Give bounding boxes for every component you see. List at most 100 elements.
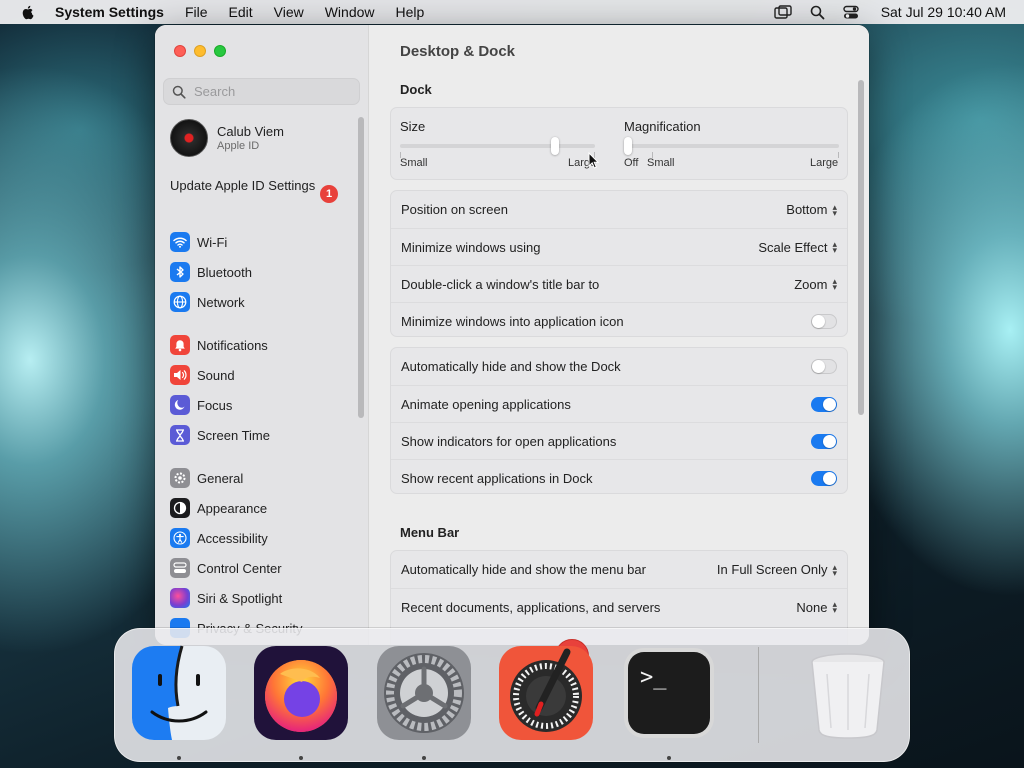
recent-documents-popup[interactable]: None ▴ ▾ <box>796 600 837 615</box>
dock-behavior-group: Automatically hide and show the Dock Ani… <box>390 347 848 494</box>
magnification-label: Magnification <box>624 119 701 134</box>
row-label: Show recent applications in Dock <box>401 470 593 486</box>
apple-id-profile[interactable]: Calub Viem Apple ID <box>170 119 284 157</box>
magnification-slider-thumb[interactable] <box>624 137 632 155</box>
sidebar-item-screen-time[interactable]: Screen Time <box>170 425 270 445</box>
control-center-icon[interactable] <box>842 5 859 20</box>
row-label: Automatically hide and show the menu bar <box>401 562 646 577</box>
auto-hide-dock-row: Automatically hide and show the Dock <box>391 348 847 385</box>
position-popup[interactable]: Bottom ▴ ▾ <box>786 202 837 217</box>
wifi-icon <box>170 232 190 252</box>
appearance-icon <box>170 498 190 518</box>
menu-bar-clock[interactable]: Sat Jul 29 10:40 AM <box>881 4 1006 20</box>
sidebar-item-sound[interactable]: Sound <box>170 365 235 385</box>
sidebar-item-bluetooth[interactable]: Bluetooth <box>170 262 252 282</box>
notification-badge: 1 <box>320 185 338 203</box>
sidebar-item-appearance[interactable]: Appearance <box>170 498 267 518</box>
dock-trash[interactable] <box>799 644 897 742</box>
window-menu[interactable]: Window <box>325 4 375 20</box>
profile-name: Calub Viem <box>217 124 284 139</box>
dock-system-settings[interactable] <box>375 644 473 742</box>
running-indicator <box>177 756 181 760</box>
view-menu[interactable]: View <box>274 4 304 20</box>
popup-value: In Full Screen Only <box>716 562 828 577</box>
updown-chevron-icon: ▴ ▾ <box>832 201 837 218</box>
minimize-effect-row: Minimize windows using Scale Effect ▴ ▾ <box>391 228 847 265</box>
size-slider-track[interactable] <box>400 144 595 148</box>
sidebar-item-label: Accessibility <box>197 530 268 546</box>
finder-icon <box>132 645 226 740</box>
content-pane: Desktop & Dock Dock Size Small Large Mag… <box>370 25 869 645</box>
minimize-button[interactable] <box>194 45 206 57</box>
sidebar-item-siri-spotlight[interactable]: Siri & Spotlight <box>170 588 282 608</box>
minimize-into-app-icon-toggle[interactable] <box>811 313 837 329</box>
row-label: Double-click a window's title bar to <box>401 276 600 292</box>
dock-firefox[interactable] <box>252 644 350 742</box>
sidebar-scrollbar[interactable] <box>358 117 364 418</box>
updown-chevron-icon: ▴ ▾ <box>832 561 837 578</box>
size-min-label: Small <box>400 157 428 169</box>
sidebar-item-label: Network <box>197 294 245 310</box>
bell-icon <box>170 335 190 355</box>
double-click-action-popup[interactable]: Zoom ▴ ▾ <box>794 277 837 292</box>
dock-terminal[interactable]: >_ <box>620 644 718 742</box>
system-settings-icon <box>377 646 471 740</box>
dock-digital-color-meter[interactable] <box>497 644 595 742</box>
file-menu[interactable]: File <box>185 4 208 20</box>
row-label: Animate opening applications <box>401 396 571 412</box>
apple-menu-icon[interactable] <box>20 4 36 20</box>
screen-mirroring-icon[interactable] <box>773 4 792 20</box>
row-label: Show indicators for open applications <box>401 433 617 449</box>
edit-menu[interactable]: Edit <box>229 4 253 20</box>
show-indicators-toggle[interactable] <box>811 433 837 449</box>
terminal-icon: >_ <box>624 648 714 738</box>
dock-separator <box>758 647 759 743</box>
sidebar-item-label: Bluetooth <box>197 264 252 280</box>
search-field[interactable] <box>163 78 360 105</box>
minimize-effect-popup[interactable]: Scale Effect ▴ ▾ <box>758 240 837 255</box>
zoom-button[interactable] <box>214 45 226 57</box>
help-menu[interactable]: Help <box>396 4 425 20</box>
sidebar-item-label: Notifications <box>197 337 268 353</box>
sidebar-item-label: Siri & Spotlight <box>197 590 283 606</box>
sidebar-item-accessibility[interactable]: Accessibility <box>170 528 268 548</box>
updown-chevron-icon: ▴ ▾ <box>832 276 837 292</box>
position-on-screen-row: Position on screen Bottom ▴ ▾ <box>391 191 847 228</box>
close-button[interactable] <box>174 45 186 57</box>
spotlight-search-icon[interactable] <box>810 5 825 20</box>
sidebar-item-focus[interactable]: Focus <box>170 395 232 415</box>
update-apple-id-settings[interactable]: Update Apple ID Settings <box>170 178 340 194</box>
sidebar-item-notifications[interactable]: Notifications <box>170 335 268 355</box>
row-label: Recent documents, applications, and serv… <box>401 599 661 615</box>
show-recent-apps-toggle[interactable] <box>811 470 837 486</box>
sidebar-item-network[interactable]: Network <box>170 292 245 312</box>
row-label: Minimize windows using <box>401 239 541 255</box>
magnification-slider-track[interactable] <box>624 144 839 148</box>
popup-value: Zoom <box>794 276 828 292</box>
search-input[interactable] <box>194 84 354 99</box>
sidebar-item-general[interactable]: General <box>170 468 243 488</box>
show-indicators-row: Show indicators for open applications <box>391 422 847 459</box>
auto-hide-menu-bar-popup[interactable]: In Full Screen Only ▴ ▾ <box>717 562 837 577</box>
moon-icon <box>170 395 190 415</box>
animate-opening-toggle[interactable] <box>811 396 837 412</box>
window-controls <box>174 45 226 57</box>
app-name-menu[interactable]: System Settings <box>55 4 164 20</box>
minimize-into-app-icon-row: Minimize windows into application icon <box>391 302 847 339</box>
content-scrollbar[interactable] <box>858 80 864 415</box>
auto-hide-menu-bar-row: Automatically hide and show the menu bar… <box>391 551 847 588</box>
color-meter-icon <box>499 646 593 740</box>
auto-hide-dock-toggle[interactable] <box>811 359 837 374</box>
running-indicator <box>299 756 303 760</box>
sidebar-item-label: Appearance <box>197 500 268 516</box>
dock-finder[interactable] <box>130 644 228 742</box>
size-slider-thumb[interactable] <box>551 137 560 155</box>
sidebar-item-label: Screen Time <box>197 427 270 443</box>
sidebar-item-label: Focus <box>197 397 233 413</box>
terminal-prompt: >_ <box>640 665 667 690</box>
sidebar-item-control-center[interactable]: Control Center <box>170 558 282 578</box>
gear-icon <box>170 468 190 488</box>
sidebar-item-wifi[interactable]: Wi-Fi <box>170 232 227 252</box>
popup-value: Scale Effect <box>758 239 828 255</box>
speaker-icon <box>170 365 190 385</box>
